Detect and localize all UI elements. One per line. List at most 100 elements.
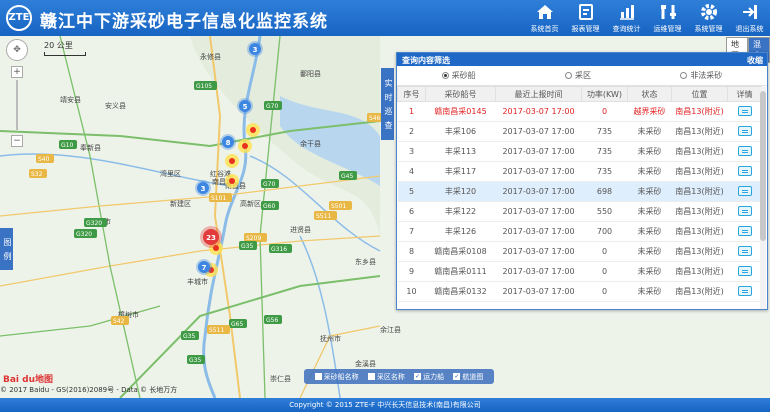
radio-button[interactable] <box>680 72 688 79</box>
detail-icon[interactable] <box>737 145 752 156</box>
place-label: 进贤县 <box>290 225 311 234</box>
query-panel: 查询内容筛选 收缩 采砂船 采区 非法采砂 序号 采砂船号 最近上报时间 功率(KW) 状态… <box>396 52 768 310</box>
svg-text:S209: S209 <box>246 235 261 242</box>
svg-text:S46: S46 <box>369 115 381 122</box>
table-cell: 0 <box>581 261 628 282</box>
table-cell: 南昌13(附近) <box>671 161 728 182</box>
table-row[interactable]: 10 赣南昌采0132 2017-03-07 17:00 0 未采砂 南昌13(附近) <box>397 281 762 302</box>
ship-cluster-marker[interactable]: 3 <box>195 180 211 196</box>
radio-button[interactable] <box>441 72 449 79</box>
nav-item-gear[interactable]: 系统管理 <box>688 0 729 36</box>
nav-item-logout[interactable]: 退出系统 <box>729 0 770 36</box>
table-cell: 2017-03-07 17:00 <box>495 141 582 162</box>
column-header: 详情 <box>727 86 762 102</box>
scale-label: 20 公里 <box>44 41 73 50</box>
checkbox[interactable] <box>314 373 322 380</box>
road-shield: G35 <box>181 331 199 340</box>
layer-toggle[interactable]: ✓ 运力船 <box>414 372 444 382</box>
detail-cell <box>727 241 762 262</box>
table-row[interactable]: 1 赣南昌采0145 2017-03-07 17:00 0 越界采砂 南昌13(附近) <box>397 101 762 122</box>
layer-toggle[interactable]: 采区名称 <box>367 372 405 382</box>
road-shield: G65 <box>229 319 247 328</box>
table-row[interactable]: 5 丰采120 2017-03-07 17:00 698 未采砂 南昌13(附近) <box>397 181 762 202</box>
detail-icon[interactable] <box>737 205 752 216</box>
svg-text:S32: S32 <box>31 171 43 178</box>
checkbox[interactable]: ✓ <box>453 373 461 380</box>
place-label: 余江县 <box>380 325 401 334</box>
layer-toggle[interactable]: 采砂船名称 <box>314 372 359 382</box>
layer-toggle-bar: 采砂船名称 采区名称 ✓ 运力船 ✓ 航道图 <box>304 369 494 384</box>
detail-icon[interactable] <box>737 185 752 196</box>
table-row[interactable]: 9 赣南昌采0111 2017-03-07 17:00 0 未采砂 南昌13(附近) <box>397 261 762 282</box>
ship-cluster-marker[interactable]: 7 <box>196 259 212 275</box>
place-label: 余干县 <box>300 139 321 148</box>
logo-icon: ZTE <box>6 5 32 31</box>
radio-button[interactable] <box>564 72 572 79</box>
detail-cell <box>727 141 762 162</box>
road-shield: G60 <box>261 201 279 210</box>
checkbox[interactable] <box>367 373 375 380</box>
table-row[interactable]: 4 丰采117 2017-03-07 17:00 735 未采砂 南昌13(附近) <box>397 161 762 182</box>
table-cell: 南昌13(附近) <box>671 201 728 222</box>
filter-label: 采砂船 <box>451 71 476 80</box>
table-row[interactable]: 7 丰采126 2017-03-07 17:00 700 未采砂 南昌13(附近) <box>397 221 762 242</box>
table-row[interactable]: 3 丰采113 2017-03-07 17:00 735 未采砂 南昌13(附近) <box>397 141 762 162</box>
zoom-control: ✥ + − <box>6 39 28 147</box>
table-row[interactable]: 6 丰采122 2017-03-07 17:00 550 未采砂 南昌13(附近) <box>397 201 762 222</box>
detail-icon[interactable] <box>737 125 752 136</box>
road-shield: S42 <box>111 316 129 325</box>
svg-text:G105: G105 <box>196 83 212 90</box>
place-label: 靖安县 <box>60 95 81 104</box>
layer-toggle[interactable]: ✓ 航道图 <box>453 372 483 382</box>
detail-icon[interactable] <box>737 285 752 296</box>
filter-option[interactable]: 采区 <box>564 70 591 81</box>
filter-option[interactable]: 采砂船 <box>441 70 476 81</box>
table-row[interactable]: 2 丰采106 2017-03-07 17:00 735 未采砂 南昌13(附近) <box>397 121 762 142</box>
detail-cell <box>727 221 762 242</box>
table-scrollbar[interactable] <box>760 87 766 309</box>
svg-text:S511: S511 <box>316 213 331 220</box>
collapse-button[interactable]: 收缩 <box>747 55 763 66</box>
nav-item-tools[interactable]: 运维管理 <box>647 0 688 36</box>
road-shield: G320 <box>74 229 97 238</box>
realtime-query-tab[interactable]: 实时巡查 <box>381 68 394 140</box>
zoom-slider[interactable] <box>16 80 18 130</box>
place-label: 丰城市 <box>187 277 208 286</box>
svg-text:G35: G35 <box>183 333 195 340</box>
nav-item-home[interactable]: 系统首页 <box>524 0 565 36</box>
table-cell: 2017-03-07 17:00 <box>495 281 582 302</box>
table-cell: 南昌13(附近) <box>671 121 728 142</box>
table-row[interactable]: 8 赣南昌采0108 2017-03-07 17:00 0 未采砂 南昌13(附近) <box>397 241 762 262</box>
table-cell: 南昌13(附近) <box>671 101 728 122</box>
table-cell: 南昌13(附近) <box>671 241 728 262</box>
table-cell: 2017-03-07 17:00 <box>495 161 582 182</box>
legend-tab[interactable]: 图例 <box>0 228 13 270</box>
detail-icon[interactable] <box>737 245 752 256</box>
table-cell: 6 <box>397 201 426 222</box>
detail-cell <box>727 201 762 222</box>
nav-item-report[interactable]: 报表管理 <box>565 0 606 36</box>
place-label: 高新区 <box>240 199 261 208</box>
pan-control-icon[interactable]: ✥ <box>6 39 28 61</box>
filter-radios: 采砂船 采区 非法采砂 <box>397 66 767 86</box>
zoom-out-button[interactable]: − <box>11 135 23 147</box>
table-cell: 2017-03-07 17:00 <box>495 221 582 242</box>
ship-cluster-marker[interactable]: 5 <box>237 98 253 114</box>
road-shield: G316 <box>269 244 292 253</box>
ship-cluster-marker[interactable]: 8 <box>220 134 236 150</box>
svg-text:G60: G60 <box>263 203 275 210</box>
table-cell: 南昌13(附近) <box>671 281 728 302</box>
scrollbar-thumb[interactable] <box>760 91 766 241</box>
detail-icon[interactable] <box>737 165 752 176</box>
ship-cluster-marker[interactable]: 3 <box>247 41 263 57</box>
detail-icon[interactable] <box>737 265 752 276</box>
nav-item-statistics[interactable]: 查询统计 <box>606 0 647 36</box>
zoom-in-button[interactable]: + <box>11 66 23 78</box>
ship-cluster-marker[interactable]: 23 <box>200 226 222 248</box>
checkbox[interactable]: ✓ <box>414 373 422 380</box>
filter-option[interactable]: 非法采砂 <box>680 70 722 81</box>
detail-icon[interactable] <box>737 105 752 116</box>
table-header-row: 序号 采砂船号 最近上报时间 功率(KW) 状态 位置 详情 <box>397 86 762 102</box>
table-cell: 0 <box>581 101 628 122</box>
detail-icon[interactable] <box>737 225 752 236</box>
